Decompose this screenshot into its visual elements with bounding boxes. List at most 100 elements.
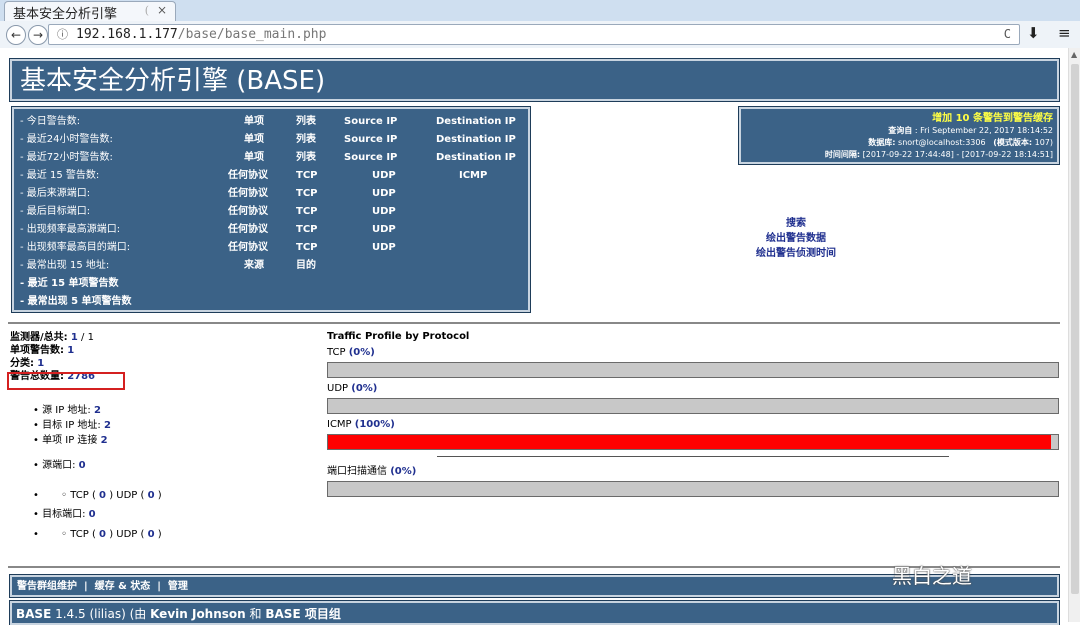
last-15-unique-link[interactable]: - 最近 15 单项警告数 bbox=[20, 275, 119, 293]
categories-label: 分类: bbox=[10, 358, 34, 369]
destination-link[interactable]: 目的 bbox=[296, 257, 316, 275]
base-version: 1.4.5 (lilias) (由 bbox=[55, 607, 147, 621]
alert-stats-table: - 今日警告数: 单项 列表 Source IP Destination IP … bbox=[11, 106, 531, 313]
source-ip-link[interactable]: Source IP bbox=[344, 113, 397, 131]
protocol-bar-tcp bbox=[327, 362, 1059, 378]
udp-link[interactable]: UDP bbox=[372, 239, 396, 257]
udp-link[interactable]: UDP bbox=[372, 185, 396, 203]
sensors-label: 监测器/总共: bbox=[10, 332, 68, 343]
team-link[interactable]: BASE 项目组 bbox=[265, 607, 340, 621]
dst-port-value[interactable]: 0 bbox=[89, 509, 96, 520]
any-protocol-link[interactable]: 任何协议 bbox=[228, 167, 268, 185]
page-title: 基本安全分析引擎 (BASE) bbox=[9, 58, 1060, 102]
destination-ip-link[interactable]: Destination IP bbox=[436, 131, 516, 149]
stats-row: - 出现频率最高源端口: 任何协议 TCP UDP bbox=[18, 221, 524, 239]
navigation-bar: ← → ⓘ 192.168.1.177/base/base_main.php C … bbox=[0, 21, 1080, 48]
menu-icon[interactable]: ≡ bbox=[1058, 24, 1071, 42]
list-item: • 源 IP 地址: 2 bbox=[33, 405, 101, 416]
src-udp-value[interactable]: 0 bbox=[148, 490, 155, 501]
vertical-scrollbar[interactable]: ▲ bbox=[1068, 48, 1080, 622]
graph-alert-data-link[interactable]: 绘出警告数据 bbox=[740, 231, 852, 246]
list-link[interactable]: 列表 bbox=[296, 113, 316, 131]
top-5-unique-link[interactable]: - 最常出现 5 单项警告数 bbox=[20, 293, 132, 311]
protocol-label: UDP (0%) bbox=[327, 382, 1059, 396]
protocol-name: UDP bbox=[327, 383, 349, 394]
unique-alerts-value[interactable]: 1 bbox=[67, 345, 74, 356]
udp-link[interactable]: UDP bbox=[372, 221, 396, 239]
admin-link[interactable]: 管理 bbox=[168, 581, 188, 592]
download-icon[interactable]: ⬇ bbox=[1027, 24, 1040, 42]
unique-link[interactable]: 单项 bbox=[244, 113, 264, 131]
author-link[interactable]: Kevin Johnson bbox=[150, 607, 246, 621]
database-info: 数据库: snort@localhost:3306 (模式版本: 107) bbox=[745, 137, 1053, 149]
cache-info-box: 增加 10 条警告到警告缓存 查询自 : Fri September 22, 2… bbox=[738, 106, 1060, 165]
ip-links-value[interactable]: 2 bbox=[101, 435, 108, 446]
any-protocol-link[interactable]: 任何协议 bbox=[228, 203, 268, 221]
source-link[interactable]: 来源 bbox=[244, 257, 264, 275]
sensors-sep: / bbox=[81, 332, 85, 343]
protocol-label: TCP (0%) bbox=[327, 346, 1059, 360]
ip-links-label[interactable]: 单项 IP 连接 bbox=[42, 435, 97, 446]
categories-value[interactable]: 1 bbox=[37, 358, 44, 369]
scrollbar-thumb[interactable] bbox=[1071, 64, 1079, 594]
portscan-percent[interactable]: (0%) bbox=[390, 466, 416, 477]
stats-row-label: - 出现频率最高源端口: bbox=[20, 224, 121, 235]
protocol-bar-icmp bbox=[327, 434, 1059, 450]
add-to-cache-link[interactable]: 增加 10 条警告到警告缓存 bbox=[745, 112, 1053, 125]
search-link[interactable]: 搜索 bbox=[740, 216, 852, 231]
src-tcp-value[interactable]: 0 bbox=[99, 490, 106, 501]
sensors-total: 1 bbox=[87, 332, 94, 343]
icmp-link[interactable]: ICMP bbox=[459, 167, 487, 185]
src-ip-value[interactable]: 2 bbox=[94, 405, 101, 416]
forward-arrow-icon[interactable]: → bbox=[28, 25, 48, 45]
portscan-label: 端口扫描通信 (0%) bbox=[327, 465, 1059, 479]
tcp-link[interactable]: TCP bbox=[296, 221, 318, 239]
back-arrow-icon[interactable]: ← bbox=[6, 25, 26, 45]
time-label: 时间间隔: bbox=[824, 150, 861, 159]
tcp-link[interactable]: TCP bbox=[296, 185, 318, 203]
unique-link[interactable]: 单项 bbox=[244, 131, 264, 149]
tcp-link[interactable]: TCP bbox=[296, 203, 318, 221]
protocol-name: ICMP bbox=[327, 419, 352, 430]
cache-status-link[interactable]: 缓存 & 状态 bbox=[95, 581, 151, 592]
stats-row: - 最后目标端口: 任何协议 TCP UDP bbox=[18, 203, 524, 221]
tab-close-icon[interactable]: × bbox=[157, 3, 167, 17]
udp-link[interactable]: UDP bbox=[372, 167, 396, 185]
dst-udp-value[interactable]: 0 bbox=[148, 529, 155, 540]
source-ip-link[interactable]: Source IP bbox=[344, 131, 397, 149]
list-link[interactable]: 列表 bbox=[296, 131, 316, 149]
browser-chrome: 基本安全分析引擎 ( × ← → ⓘ 192.168.1.177/base/bas… bbox=[0, 0, 1080, 48]
traffic-profile: Traffic Profile by Protocol TCP (0%) UDP… bbox=[327, 330, 1059, 497]
any-protocol-link[interactable]: 任何协议 bbox=[228, 239, 268, 257]
list-item: • 目标端口: 0 bbox=[33, 509, 96, 520]
scroll-up-icon[interactable]: ▲ bbox=[1071, 50, 1077, 59]
reload-icon[interactable]: C bbox=[1004, 25, 1011, 44]
db-label: 数据库: bbox=[868, 138, 896, 147]
tcp-link[interactable]: TCP bbox=[296, 167, 318, 185]
any-protocol-link[interactable]: 任何协议 bbox=[228, 221, 268, 239]
graph-alert-detection-time-link[interactable]: 绘出警告侦测时间 bbox=[740, 246, 852, 261]
unique-link[interactable]: 单项 bbox=[244, 149, 264, 167]
url-bar[interactable]: ⓘ 192.168.1.177/base/base_main.php C bbox=[48, 24, 1020, 45]
source-ip-link[interactable]: Source IP bbox=[344, 149, 397, 167]
dst-ip-value[interactable]: 2 bbox=[104, 420, 111, 431]
dst-tcp-value[interactable]: 0 bbox=[99, 529, 106, 540]
protocol-percent[interactable]: (0%) bbox=[351, 383, 377, 394]
alert-group-maintenance-link[interactable]: 警告群组维护 bbox=[17, 581, 77, 592]
protocol-name: TCP bbox=[327, 347, 346, 358]
list-item: • ◦ TCP ( 0 ) UDP ( 0 ) bbox=[33, 490, 162, 501]
udp-link[interactable]: UDP bbox=[372, 203, 396, 221]
protocol-percent[interactable]: (0%) bbox=[349, 347, 375, 358]
browser-tab[interactable]: 基本安全分析引擎 ( × bbox=[4, 1, 176, 22]
src-port-value[interactable]: 0 bbox=[79, 460, 86, 471]
queried-on: 查询自 : Fri September 22, 2017 18:14:52 bbox=[745, 125, 1053, 137]
list-link[interactable]: 列表 bbox=[296, 149, 316, 167]
info-icon[interactable]: ⓘ bbox=[57, 28, 68, 41]
destination-ip-link[interactable]: Destination IP bbox=[436, 149, 516, 167]
sensors-value[interactable]: 1 bbox=[71, 332, 78, 343]
destination-ip-link[interactable]: Destination IP bbox=[436, 113, 516, 131]
queried-value: : Fri September 22, 2017 18:14:52 bbox=[914, 126, 1053, 135]
tcp-link[interactable]: TCP bbox=[296, 239, 318, 257]
protocol-percent[interactable]: (100%) bbox=[355, 419, 395, 430]
any-protocol-link[interactable]: 任何协议 bbox=[228, 185, 268, 203]
